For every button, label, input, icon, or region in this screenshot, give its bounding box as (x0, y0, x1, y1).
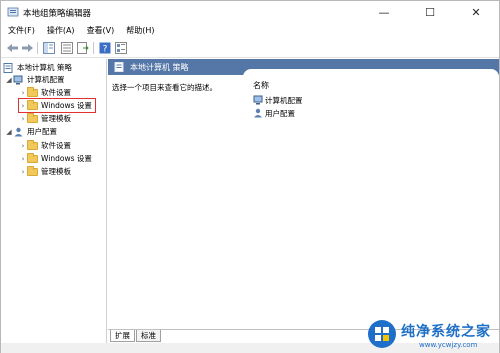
folder-icon (27, 112, 38, 123)
forward-arrow-icon[interactable] (20, 41, 34, 55)
collapsed-arrow-icon[interactable]: › (19, 142, 27, 150)
export-list-icon[interactable] (76, 41, 90, 55)
list-item[interactable]: 用户配置 (253, 107, 295, 119)
tree-item-label: Windows 设置 (41, 101, 92, 110)
collapsed-arrow-icon[interactable]: › (19, 102, 27, 110)
tab-standard[interactable]: 标准 (136, 330, 161, 342)
tree-item-admin-templates[interactable]: › 管理模板 (19, 165, 71, 178)
folder-icon (27, 165, 38, 176)
tree-item-software-settings[interactable]: › 软件设置 (19, 139, 71, 152)
svg-text:?: ? (103, 45, 108, 55)
window-title: 本地组策略编辑器 (23, 9, 92, 19)
tree-item-windows-settings[interactable]: › Windows 设置 (19, 152, 92, 165)
watermark: 纯净系统之家 www.ycwjzy.com (367, 317, 497, 353)
toolbar-separator (93, 42, 94, 54)
detail-header-title: 本地计算机 策略 (130, 63, 189, 72)
tree-pane: 本地计算机 策略 ◢ 计算机配置 › 软件设置 › Windows 设置 › 管… (1, 59, 107, 351)
gpedit-window: 本地组策略编辑器 — ☐ ✕ 文件(F) 操作(A) 查看(V) 帮助(H) ? (0, 0, 500, 353)
tree-item-label: Windows 设置 (41, 154, 92, 163)
menu-action[interactable]: 操作(A) (40, 23, 80, 38)
expanded-arrow-icon[interactable]: ◢ (5, 128, 13, 136)
policy-doc-icon (3, 62, 13, 73)
close-button[interactable]: ✕ (453, 1, 499, 23)
column-header-name[interactable]: 名称 (253, 80, 269, 91)
show-hide-tree-icon[interactable] (42, 41, 56, 55)
menu-bar: 文件(F) 操作(A) 查看(V) 帮助(H) (1, 23, 499, 38)
toolbar-separator (37, 42, 38, 54)
back-arrow-icon[interactable] (5, 41, 19, 55)
tree-item-software-settings[interactable]: › 软件设置 (19, 86, 71, 99)
folder-icon (27, 99, 38, 110)
policy-doc-icon (114, 62, 124, 72)
user-icon (254, 108, 262, 118)
collapsed-arrow-icon[interactable]: › (19, 168, 27, 176)
tree-computer-config[interactable]: ◢ 计算机配置 (5, 73, 65, 86)
description-text: 选择一个项目来查看它的描述。 (112, 83, 217, 92)
collapsed-arrow-icon[interactable]: › (19, 155, 27, 163)
watermark-logo-icon (368, 320, 396, 348)
menu-help[interactable]: 帮助(H) (119, 23, 159, 38)
menu-view[interactable]: 查看(V) (80, 23, 120, 38)
watermark-text: 纯净系统之家 (401, 324, 491, 340)
list-item-label: 用户配置 (265, 108, 295, 118)
help-icon[interactable]: ? (98, 41, 112, 55)
description-panel: 选择一个项目来查看它的描述。 (108, 75, 242, 329)
tree-item-label: 管理模板 (41, 167, 71, 176)
filter-icon[interactable] (114, 41, 128, 55)
watermark-url: www.ycwjzy.com (419, 341, 478, 349)
folder-icon (27, 139, 38, 150)
tab-extended[interactable]: 扩展 (110, 330, 135, 342)
menu-file[interactable]: 文件(F) (1, 23, 40, 38)
tree-user-config[interactable]: ◢ 用户配置 (5, 125, 57, 138)
list-item-label: 计算机配置 (265, 95, 303, 105)
computer-icon (253, 95, 263, 105)
properties-icon[interactable] (60, 41, 74, 55)
minimize-button[interactable]: — (361, 1, 407, 23)
maximize-button[interactable]: ☐ (407, 1, 453, 23)
computer-icon (13, 75, 23, 84)
tree-item-label: 软件设置 (41, 88, 71, 97)
tree-item-admin-templates[interactable]: › 管理模板 (19, 112, 71, 125)
tree-item-label: 软件设置 (41, 141, 71, 150)
tree-computer-config-label: 计算机配置 (27, 75, 65, 84)
user-icon (14, 127, 23, 136)
folder-icon (27, 152, 38, 163)
tree-user-config-label: 用户配置 (27, 127, 57, 136)
detail-pane: 本地计算机 策略 选择一个项目来查看它的描述。 名称 计算机配置 用户配置 (108, 59, 499, 329)
tree-item-label: 管理模板 (41, 114, 71, 123)
gpedit-app-icon (7, 7, 19, 17)
expanded-arrow-icon[interactable]: ◢ (5, 76, 13, 84)
toolbar: ? (1, 38, 499, 58)
tree-item-windows-settings[interactable]: › Windows 设置 (18, 98, 96, 113)
item-list: 名称 计算机配置 用户配置 (243, 75, 499, 329)
collapsed-arrow-icon[interactable]: › (19, 115, 27, 123)
folder-icon (27, 86, 38, 97)
tree-root-label: 本地计算机 策略 (17, 63, 72, 72)
list-item[interactable]: 计算机配置 (253, 94, 303, 106)
collapsed-arrow-icon[interactable]: › (19, 89, 27, 97)
title-bar: 本地组策略编辑器 — ☐ ✕ (1, 1, 499, 23)
